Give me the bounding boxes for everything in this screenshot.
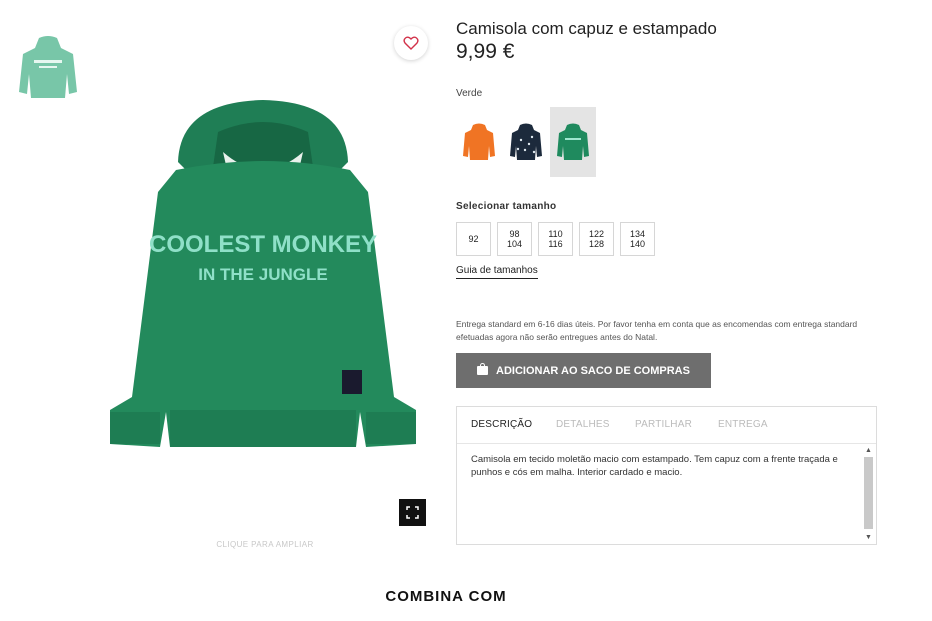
size-option-label: 116 <box>548 239 563 249</box>
scroll-down-arrow-icon[interactable]: ▼ <box>865 534 872 541</box>
add-to-bag-label: ADICIONAR AO SACO DE COMPRAS <box>496 364 690 377</box>
size-option-98-104[interactable]: 98 104 <box>497 222 532 256</box>
color-swatch-orange[interactable] <box>456 107 502 177</box>
shopping-bag-icon <box>477 363 489 375</box>
size-option-label: 110 <box>548 229 563 239</box>
heart-icon <box>403 36 419 50</box>
color-swatch-green[interactable] <box>550 107 596 177</box>
size-option-label: 134 <box>629 229 646 239</box>
size-guide-link[interactable]: Guia de tamanhos <box>456 265 538 279</box>
size-option-label: 104 <box>506 239 523 249</box>
color-swatch-navy[interactable] <box>503 107 549 177</box>
hoodie-print-line2: IN THE JUNGLE <box>198 265 327 284</box>
hoodie-thumbnail-image <box>19 36 77 98</box>
size-option-110-116[interactable]: 110 116 <box>538 222 573 256</box>
size-option-92[interactable]: 92 <box>456 222 491 256</box>
product-title: Camisola com capuz e estampado <box>456 19 717 38</box>
tab-detalhes[interactable]: DETALHES <box>556 419 610 430</box>
product-main-image[interactable]: COOLEST MONKEY IN THE JUNGLE <box>98 92 428 462</box>
delivery-info: Entrega standard em 6-16 dias úteis. Por… <box>456 319 858 342</box>
hoodie-print-line1: COOLEST MONKEY <box>149 231 377 258</box>
size-option-label: 98 <box>509 229 520 239</box>
tab-descricao[interactable]: DESCRIÇÃO <box>471 419 532 430</box>
tab-entrega[interactable]: ENTREGA <box>718 419 768 430</box>
section-title-combina: COMBINA COM <box>385 588 507 605</box>
size-option-label: 140 <box>629 239 646 249</box>
details-tabs: DESCRIÇÃO DETALHES PARTILHAR ENTREGA <box>457 407 876 444</box>
color-swatches <box>456 107 597 177</box>
scroll-up-arrow-icon[interactable]: ▲ <box>865 447 872 454</box>
size-option-134-140[interactable]: 134 140 <box>620 222 655 256</box>
description-scrollbar[interactable]: ▲ ▼ <box>864 445 873 543</box>
size-options: 92 98 104 110 116 122 128 134 140 <box>456 222 655 256</box>
zoom-hint: CLIQUE PARA AMPLIAR <box>216 540 314 549</box>
product-details-panel: DESCRIÇÃO DETALHES PARTILHAR ENTREGA Cam… <box>456 406 877 545</box>
size-option-label: 128 <box>588 239 605 249</box>
add-to-favorites-button[interactable] <box>394 26 428 60</box>
green-hoodie-image <box>557 123 589 160</box>
add-to-bag-button[interactable]: ADICIONAR AO SACO DE COMPRAS <box>456 353 711 388</box>
tab-partilhar[interactable]: PARTILHAR <box>635 419 692 430</box>
product-thumbnail[interactable] <box>17 34 79 102</box>
size-option-122-128[interactable]: 122 128 <box>579 222 614 256</box>
fullscreen-button[interactable] <box>399 499 426 526</box>
scrollbar-thumb[interactable] <box>864 457 873 529</box>
description-text: Camisola em tecido moletão macio com est… <box>471 454 838 478</box>
selected-color-label: Verde <box>456 88 483 99</box>
orange-hoodie-image <box>463 123 495 160</box>
expand-icon <box>406 506 419 519</box>
navy-hoodie-image <box>510 123 542 160</box>
size-option-label: 122 <box>588 229 605 239</box>
size-option-label: 92 <box>468 234 479 244</box>
size-selector-label: Selecionar tamanho <box>456 201 557 212</box>
product-price: 9,99 € <box>456 40 515 63</box>
